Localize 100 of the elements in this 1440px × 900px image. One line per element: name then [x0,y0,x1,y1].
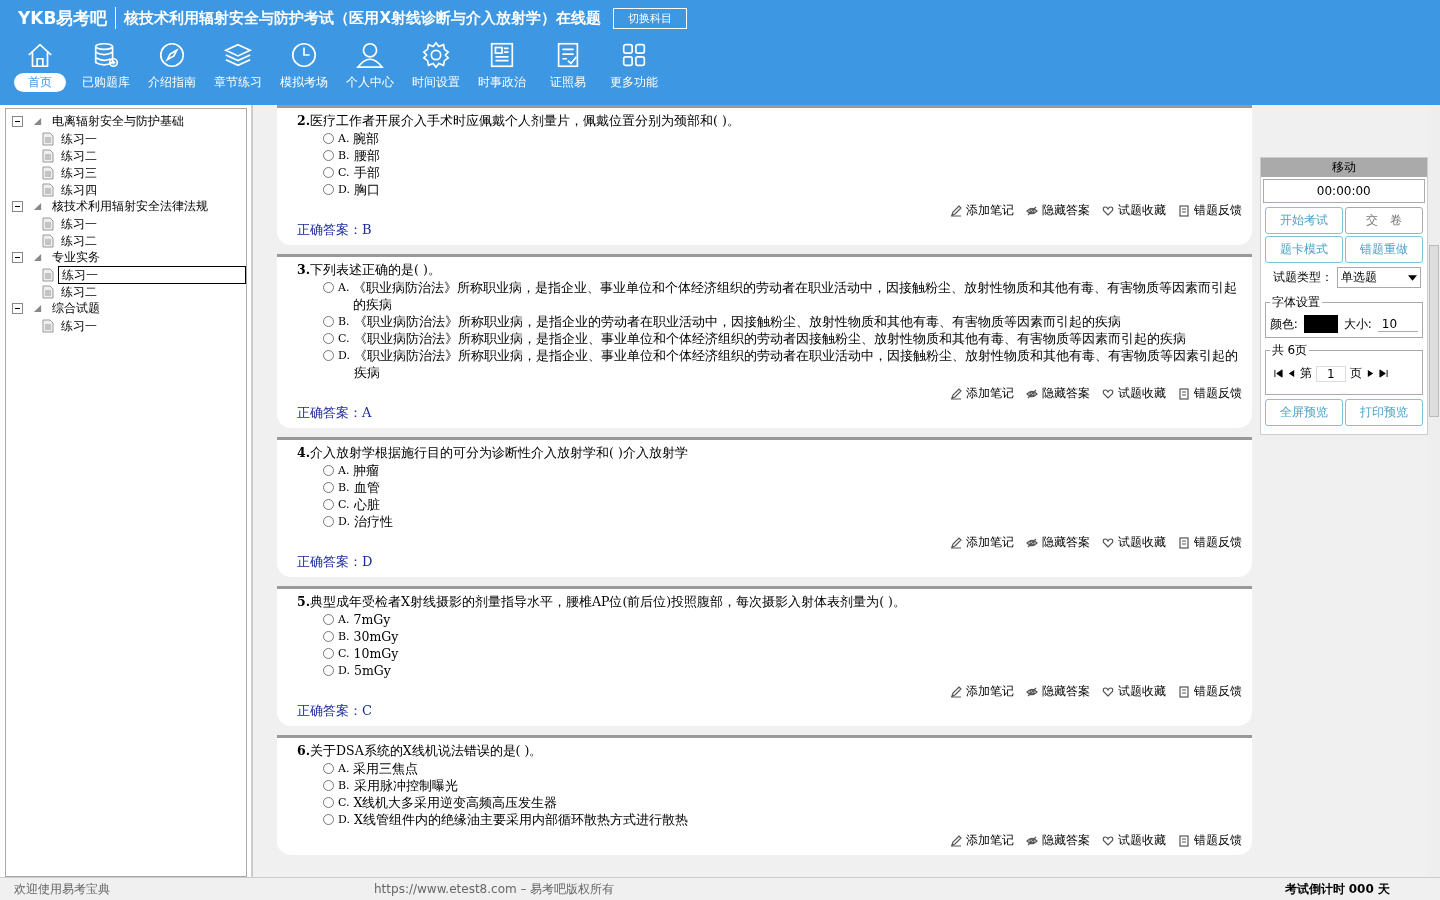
tree-item[interactable]: 练习一 [58,130,100,147]
option-text[interactable]: 5mGy [353,662,391,679]
tree-item[interactable]: 练习四 [58,181,100,198]
exam-timer: 00:00:00 [1262,179,1425,203]
color-label: 颜色: [1269,315,1298,333]
tree-item[interactable]: 练习二 [58,147,100,164]
font-size-field[interactable]: 10 [1377,316,1418,332]
option-letter: A. [338,131,350,147]
option-text[interactable]: 30mGy [353,628,399,645]
tree-item[interactable]: 练习一 [58,317,100,334]
question-text: 3.下列表述正确的是( )。 [297,261,442,279]
option-text[interactable]: 手部 [353,164,380,181]
panel-button[interactable]: 交 卷 [1344,207,1423,234]
page-suffix: 页 [1349,365,1362,382]
action-link[interactable]: 错题反馈 [1193,202,1242,219]
option-letter: C. [338,795,350,811]
option-letter: C. [338,646,350,662]
correct-answer: 正确答案：C [297,702,373,720]
action-link[interactable]: 错题反馈 [1193,534,1242,551]
option-text[interactable]: 采用脉冲控制曝光 [353,777,458,794]
option-text[interactable]: X线管组件内的绝缘油主要采用内部循环散热方式进行散热 [353,811,688,828]
window-title: 核技术利用辐射安全与防护考试（医用X射线诊断与介入放射学）在线题 [124,8,602,28]
tree-group-label[interactable]: 专业实务 [52,249,100,266]
action-link[interactable]: 错题反馈 [1193,832,1242,849]
action-link[interactable]: 隐藏答案 [1041,534,1090,551]
page-number-field[interactable]: 1 [1315,365,1346,382]
tree-item[interactable]: 练习二 [58,283,100,300]
action-link[interactable]: 试题收藏 [1117,832,1166,849]
option-letter: C. [338,497,350,513]
action-link[interactable]: 试题收藏 [1117,385,1166,402]
option-letter: A. [338,761,350,777]
correct-answer: 正确答案：A [297,404,373,422]
welcome-text: 欢迎使用易考宝典 [13,880,111,898]
option-letter: C. [338,331,350,347]
action-link[interactable]: 添加笔记 [965,385,1014,402]
option-text[interactable]: 《职业病防治法》所称职业病，是指企业、事业单位和个体经济组织的劳动者因接触粉尘、放射性物质和其他有毒、有害物质等因素而引起的疾病 [353,330,1186,347]
tree-item[interactable]: 练习一 [58,265,246,284]
font-settings-legend: 字体设置 [1269,294,1322,311]
action-link[interactable]: 添加笔记 [965,683,1014,700]
option-text[interactable]: X线机大多采用逆变高频高压发生器 [353,794,558,811]
option-text[interactable]: 胸口 [353,181,380,198]
action-link[interactable]: 错题反馈 [1193,385,1242,402]
action-link[interactable]: 添加笔记 [965,534,1014,551]
size-label: 大小: [1343,315,1372,333]
tree-item[interactable]: 练习一 [58,215,100,232]
option-text[interactable]: 腰部 [353,147,380,164]
option-text[interactable]: 血管 [353,479,380,496]
option-letter: D. [338,812,350,828]
option-letter: B. [338,314,350,330]
option-text[interactable]: 《职业病防治法》所称职业病，是指企业、事业单位和个体经济组织的劳动者在职业活动中，因接触粉尘、放射性物质和其他有毒、有害物质等因素引起的疾病 [353,347,1242,381]
option-letter: D. [338,348,350,364]
copyright-text: https://www.etest8.com – 易考吧版权所有 [374,880,616,898]
question-text: 6.关于DSA系统的X线机说法错误的是( )。 [297,742,544,760]
option-letter: B. [338,778,350,794]
question-text: 4.介入放射学根据施行目的可分为诊断性介入放射学和( )介入放射学 [297,444,689,462]
option-letter: B. [338,480,350,496]
action-link[interactable]: 隐藏答案 [1041,832,1090,849]
page-count-legend: 共 6页 [1269,342,1310,359]
correct-answer: 正确答案：B [297,221,373,239]
action-link[interactable]: 试题收藏 [1117,202,1166,219]
action-link[interactable]: 隐藏答案 [1041,202,1090,219]
option-text[interactable]: 肿瘤 [353,462,380,479]
option-letter: A. [338,280,350,296]
option-letter: D. [338,663,350,679]
option-letter: B. [338,629,350,645]
action-link[interactable]: 试题收藏 [1117,683,1166,700]
option-letter: D. [338,514,350,530]
option-letter: B. [338,148,350,164]
option-text[interactable]: 7mGy [353,611,391,628]
option-text[interactable]: 10mGy [353,645,399,662]
action-link[interactable]: 添加笔记 [965,832,1014,849]
page-prefix: 第 [1299,365,1312,382]
option-text[interactable]: 《职业病防治法》所称职业病，是指企业的劳动者在职业活动中，因接触粉尘、放射性物质和其他有毒、有害物质等因素而引起的疾病 [353,313,1121,330]
option-text[interactable]: 《职业病防治法》所称职业病，是指企业、事业单位和个体经济组织的劳动者在职业活动中，因接触粉尘、放射性物质和其他有毒、有害物质等因素而引起的疾病 [353,279,1242,313]
tree-group-label[interactable]: 综合试题 [52,300,100,317]
option-letter: D. [338,182,350,198]
tree-group-label[interactable]: 电离辐射安全与防护基础 [52,113,184,130]
action-link[interactable]: 隐藏答案 [1041,385,1090,402]
tree-item[interactable]: 练习二 [58,232,100,249]
question-type-dropdown[interactable]: 单选题 [1336,267,1421,288]
option-letter: A. [338,463,350,479]
action-link[interactable]: 试题收藏 [1117,534,1166,551]
correct-answer: 正确答案：D [297,553,374,571]
option-text[interactable]: 采用三焦点 [353,760,419,777]
question-type-label: 试题类型： [1272,269,1333,286]
action-link[interactable]: 添加笔记 [965,202,1014,219]
option-text[interactable]: 治疗性 [353,513,393,530]
question-text: 2.医疗工作者开展介入手术时应佩戴个人剂量片，佩戴位置分别为颈部和( )。 [297,112,741,130]
option-letter: A. [338,612,350,628]
tree-group-label[interactable]: 核技术利用辐射安全法律法规 [52,198,208,215]
question-text: 5.典型成年受检者X射线摄影的剂量指导水平，腰椎AP位(前后位)投照腹部，每次摄影入射体表剂量为( )。 [297,593,907,611]
option-text[interactable]: 心脏 [353,496,380,513]
panel-drag-handle[interactable]: 移动 [1260,158,1427,177]
option-letter: C. [338,165,350,181]
action-link[interactable]: 错题反馈 [1193,683,1242,700]
app-logo: YKB易考吧 [18,6,108,30]
exam-countdown: 考试倒计时 000 天 [1284,880,1391,898]
tree-item[interactable]: 练习三 [58,164,100,181]
action-link[interactable]: 隐藏答案 [1041,683,1090,700]
option-text[interactable]: 腕部 [353,130,380,147]
